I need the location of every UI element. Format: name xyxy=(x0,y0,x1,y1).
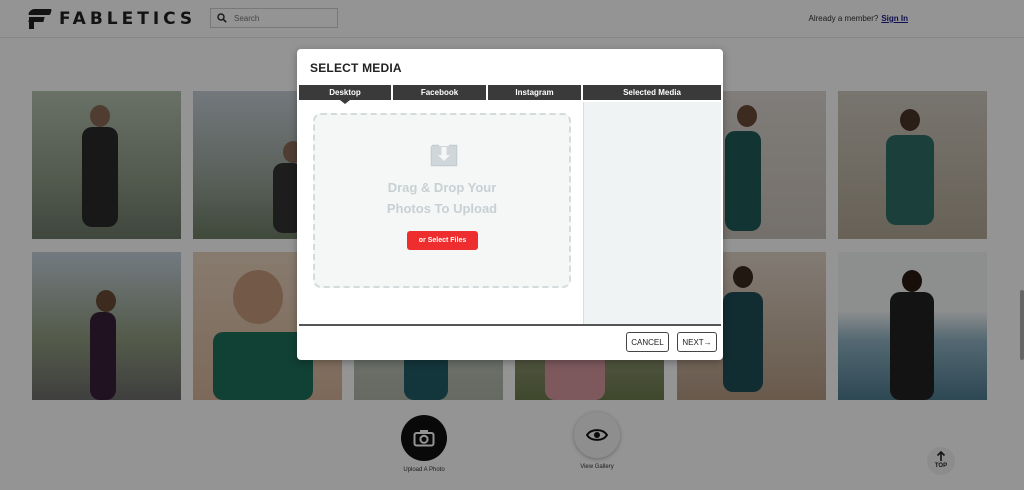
cancel-button[interactable]: CANCEL xyxy=(626,332,669,352)
tab-selected-media: Selected Media xyxy=(583,85,721,100)
tab-desktop[interactable]: Desktop xyxy=(299,85,391,100)
tab-instagram[interactable]: Instagram xyxy=(488,85,581,100)
modal-title: SELECT MEDIA xyxy=(310,61,402,75)
dropzone-text: Drag & Drop Your Photos To Upload xyxy=(315,177,569,219)
select-files-button[interactable]: or Select Files xyxy=(407,231,478,250)
next-button[interactable]: NEXT→ xyxy=(677,332,717,352)
upload-pane: Drag & Drop Your Photos To Upload or Sel… xyxy=(299,102,582,324)
dropzone-line-2: Photos To Upload xyxy=(386,201,498,216)
page-scrollbar[interactable] xyxy=(1020,290,1024,360)
tab-facebook[interactable]: Facebook xyxy=(393,85,486,100)
select-media-modal: SELECT MEDIA Desktop Facebook Instagram … xyxy=(297,49,723,360)
selected-media-pane xyxy=(583,102,721,324)
media-source-tabs: Desktop Facebook Instagram Selected Medi… xyxy=(299,85,721,100)
download-icon xyxy=(430,144,458,167)
dropzone-line-1: Drag & Drop Your xyxy=(387,180,497,195)
footer-divider xyxy=(299,324,721,326)
dropzone[interactable]: Drag & Drop Your Photos To Upload or Sel… xyxy=(313,113,571,288)
